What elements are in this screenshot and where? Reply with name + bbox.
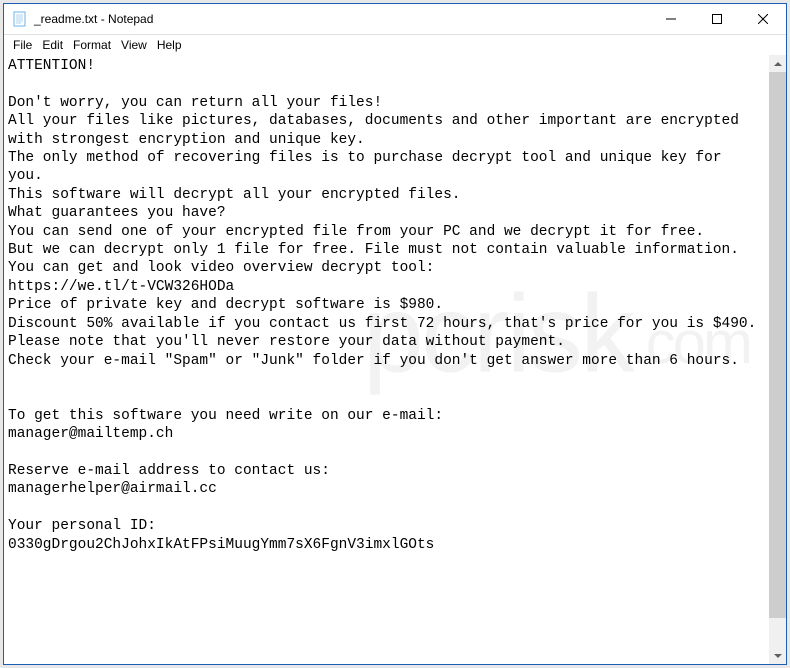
scroll-thumb[interactable] [769,72,786,618]
scroll-up-arrow[interactable] [769,55,786,72]
notepad-window: _readme.txt - Notepad File Edit Format V… [3,3,787,665]
scroll-down-arrow[interactable] [769,647,786,664]
menu-format[interactable]: Format [68,37,116,53]
minimize-button[interactable] [648,4,694,34]
maximize-button[interactable] [694,4,740,34]
vertical-scrollbar[interactable] [769,55,786,664]
menu-view[interactable]: View [116,37,152,53]
scroll-track[interactable] [769,72,786,647]
menu-edit[interactable]: Edit [37,37,68,53]
notepad-icon [12,11,28,27]
text-editor[interactable]: ATTENTION! Don't worry, you can return a… [4,55,769,664]
window-title: _readme.txt - Notepad [34,12,648,26]
content-area: ATTENTION! Don't worry, you can return a… [4,55,786,664]
menubar: File Edit Format View Help [4,35,786,55]
window-controls [648,4,786,34]
menu-file[interactable]: File [8,37,37,53]
close-button[interactable] [740,4,786,34]
menu-help[interactable]: Help [152,37,187,53]
titlebar: _readme.txt - Notepad [4,4,786,35]
